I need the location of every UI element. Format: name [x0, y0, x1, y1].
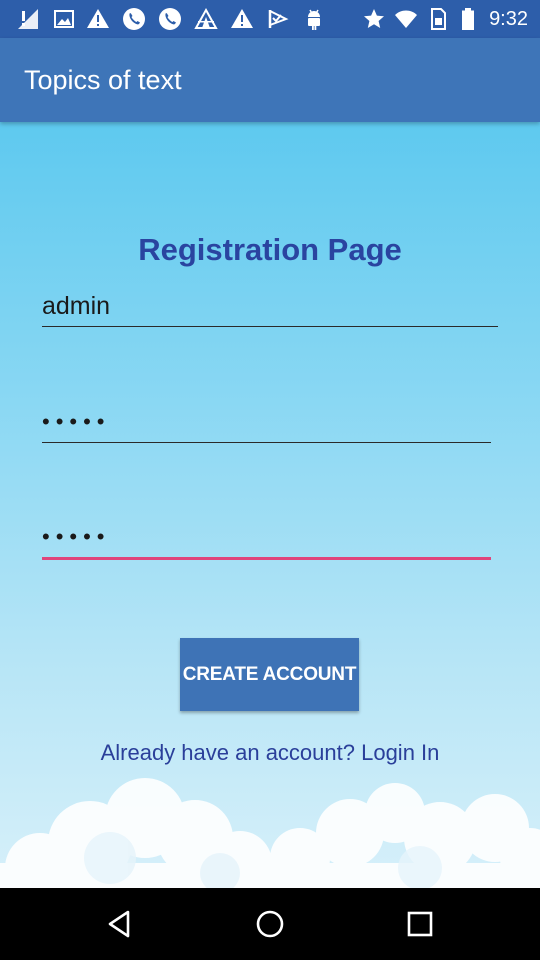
android-icon: [302, 7, 326, 31]
clouds-background: [0, 778, 540, 888]
star-icon: [362, 7, 386, 31]
warning-icon: [86, 7, 110, 31]
registration-content: Registration Page CREATE ACCOUNT Already…: [0, 122, 540, 888]
check-flag-icon: [266, 7, 290, 31]
status-bar: 9:32: [0, 0, 540, 38]
create-account-button[interactable]: CREATE ACCOUNT: [180, 638, 359, 711]
warning-icon: [230, 7, 254, 31]
image-icon: [52, 7, 76, 31]
alert-signal-icon: [16, 7, 40, 31]
phone-icon: [158, 7, 182, 31]
username-field[interactable]: [42, 286, 498, 327]
app-bar: Topics of text: [0, 38, 540, 122]
camp-icon: [194, 7, 218, 31]
password-field[interactable]: [42, 402, 491, 443]
battery-icon: [456, 7, 480, 31]
navigation-bar: [0, 888, 540, 960]
back-icon[interactable]: [104, 908, 136, 940]
sim-card-icon: [426, 7, 450, 31]
clock-text: 9:32: [489, 8, 528, 30]
wifi-icon: [394, 7, 418, 31]
page-title: Registration Page: [138, 232, 402, 267]
recents-icon[interactable]: [404, 908, 436, 940]
login-link[interactable]: Already have an account? Login In: [0, 738, 540, 768]
confirm-password-field[interactable]: [42, 517, 491, 560]
app-title: Topics of text: [24, 65, 182, 95]
phone-screen: 9:32 Topics of text Registration Page ad…: [0, 0, 540, 960]
home-icon[interactable]: [254, 908, 286, 940]
phone-icon: [122, 7, 146, 31]
